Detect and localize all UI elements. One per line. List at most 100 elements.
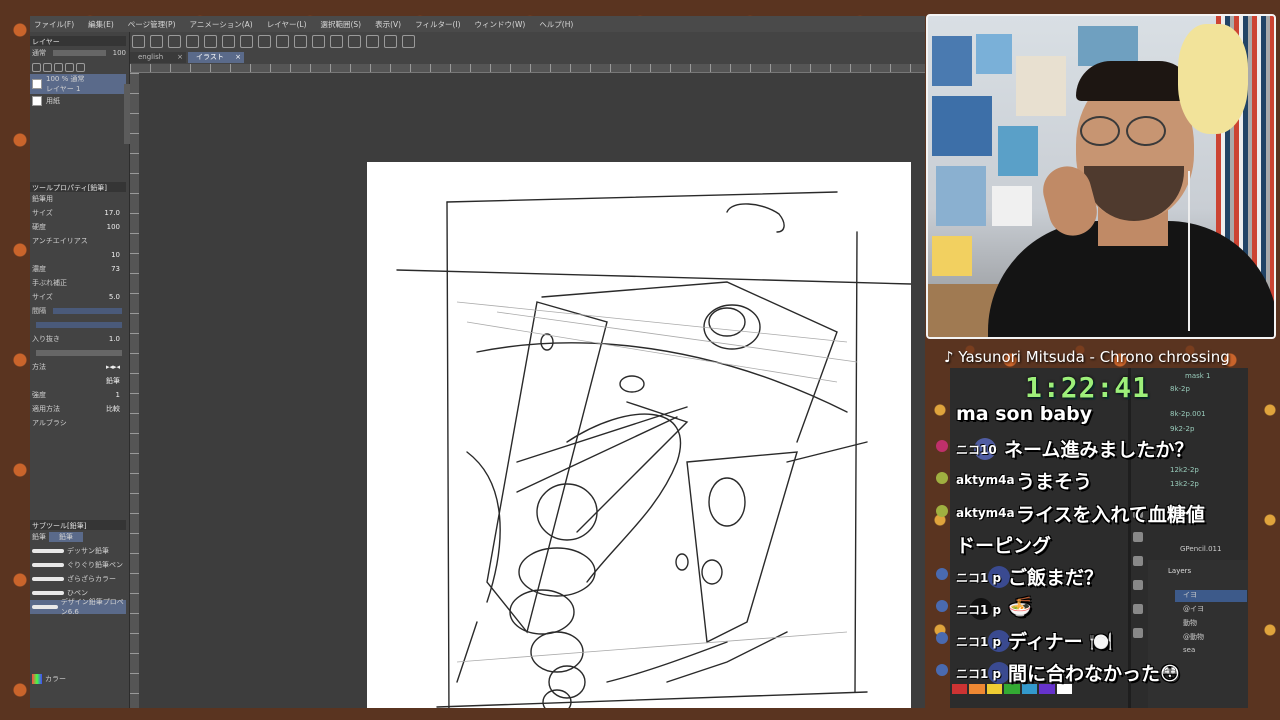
- chat-username: ニコ1 p: [956, 635, 1002, 649]
- redo-icon[interactable]: [222, 35, 235, 48]
- delete-icon[interactable]: [76, 62, 85, 72]
- fill-icon[interactable]: [276, 35, 289, 48]
- lock-icon[interactable]: [54, 62, 63, 72]
- prop-value[interactable]: 73: [111, 265, 120, 273]
- new-folder-icon[interactable]: [43, 62, 52, 72]
- close-icon[interactable]: ×: [235, 52, 241, 63]
- blend-mode-row[interactable]: 通常 100: [30, 46, 126, 60]
- prop-row[interactable]: [30, 346, 126, 360]
- stabilization-bar[interactable]: [53, 308, 122, 314]
- chat-message: ニコ10 ネーム進みましたか？: [936, 434, 1236, 462]
- sub-tool-tabs: 鉛筆 鉛筆: [30, 530, 126, 544]
- brush-item[interactable]: ざらざらカラー: [30, 572, 126, 586]
- menu-edit[interactable]: 編集(E): [88, 19, 114, 30]
- undo-icon[interactable]: [204, 35, 217, 48]
- prop-row[interactable]: 間隔: [30, 304, 126, 318]
- close-icon[interactable]: ×: [177, 52, 183, 63]
- layer-row-paper[interactable]: 用紙: [30, 94, 126, 108]
- doc-tab-illust[interactable]: イラスト ×: [188, 52, 244, 63]
- chat-message: ma son baby: [936, 402, 1236, 430]
- chat-text: ネーム進みましたか？: [1004, 439, 1194, 461]
- menu-animation[interactable]: アニメーション(A): [190, 19, 253, 30]
- chat-text: うまそう: [1016, 471, 1093, 493]
- prop-row[interactable]: 強度 1: [30, 388, 126, 402]
- playback-icons[interactable]: ▸◂▸◂: [106, 363, 120, 371]
- mask-icon[interactable]: [65, 62, 74, 72]
- prop-value[interactable]: 比較: [106, 404, 120, 414]
- opacity-slider[interactable]: [53, 50, 106, 56]
- sub-tool-tab[interactable]: 鉛筆: [32, 532, 46, 542]
- prop-row[interactable]: [30, 318, 126, 332]
- prop-row[interactable]: 入り抜き 1.0: [30, 332, 126, 346]
- bl-outliner-item[interactable]: mask 1: [1185, 372, 1211, 380]
- bl-outliner-item[interactable]: 8k-2p: [1170, 385, 1190, 393]
- doc-tab-english[interactable]: english ×: [130, 52, 186, 63]
- select-eraser-icon[interactable]: [384, 35, 397, 48]
- brush-label: ざらざらカラー: [67, 575, 116, 583]
- prop-row[interactable]: 手ぶれ補正: [30, 276, 126, 290]
- ruler-icon[interactable]: [402, 35, 415, 48]
- prop-value[interactable]: 10: [111, 251, 120, 259]
- menu-filter[interactable]: フィルター(I): [415, 19, 460, 30]
- color-panel-row[interactable]: カラー: [30, 672, 126, 686]
- prop-row[interactable]: 10: [30, 248, 126, 262]
- brush-item-selected[interactable]: デザイン鉛筆プロペン6.6: [30, 598, 126, 616]
- menu-window[interactable]: ウィンドウ(W): [475, 19, 526, 30]
- stabilization-bar[interactable]: [36, 322, 122, 328]
- new-file-icon[interactable]: [132, 35, 145, 48]
- chat-username: aktym4a: [956, 506, 1015, 520]
- layer-row-1[interactable]: 100 % 通常 レイヤー 1: [30, 74, 126, 94]
- sub-tool-tab-active[interactable]: 鉛筆: [49, 532, 83, 542]
- prop-row[interactable]: 鉛筆: [30, 374, 126, 388]
- layer-sublabel: レイヤー 1: [46, 85, 81, 93]
- prop-value[interactable]: 17.0: [104, 209, 120, 217]
- menu-layer[interactable]: レイヤー(L): [267, 19, 307, 30]
- menu-page[interactable]: ページ管理(P): [128, 19, 176, 30]
- plush-toy: [1178, 24, 1248, 134]
- panel-scrollbar[interactable]: [124, 84, 130, 144]
- prop-row[interactable]: 適用方法 比較: [30, 402, 126, 416]
- menu-file[interactable]: ファイル(F): [34, 19, 74, 30]
- color-wheel-icon: [32, 674, 42, 684]
- prop-value[interactable]: 1: [116, 391, 120, 399]
- prop-row[interactable]: サイズ 17.0: [30, 206, 126, 220]
- prop-value[interactable]: 5.0: [109, 293, 120, 301]
- cloud-icon[interactable]: [186, 35, 199, 48]
- prop-row[interactable]: 方法 ▸◂▸◂: [30, 360, 126, 374]
- prop-value[interactable]: 100: [107, 223, 120, 231]
- prop-value[interactable]: 鉛筆: [106, 376, 120, 386]
- canvas-area[interactable]: [139, 73, 925, 708]
- brush-item[interactable]: デッサン鉛筆: [30, 544, 126, 558]
- menu-view[interactable]: 表示(V): [375, 19, 401, 30]
- crop-icon[interactable]: [330, 35, 343, 48]
- deselect-icon[interactable]: [312, 35, 325, 48]
- horizontal-ruler: [130, 64, 925, 73]
- now-playing: ♪ Yasunori Mitsuda - Chrono chrossing: [944, 348, 1230, 366]
- save-icon[interactable]: [168, 35, 181, 48]
- chat-text: ご飯まだ？: [1008, 567, 1104, 589]
- drawing-canvas[interactable]: [367, 162, 911, 708]
- prop-label: 方法: [32, 363, 46, 371]
- loading-icon[interactable]: [240, 35, 253, 48]
- brush-item[interactable]: ぐりぐり鉛筆ペン: [30, 558, 126, 572]
- blend-mode-select[interactable]: 通常: [32, 48, 46, 58]
- prop-row[interactable]: サイズ 5.0: [30, 290, 126, 304]
- user-badge-icon: [936, 440, 948, 452]
- prop-value[interactable]: 1.0: [109, 335, 120, 343]
- prop-row[interactable]: アンチエイリアス: [30, 234, 126, 248]
- prop-row[interactable]: 硬度 100: [30, 220, 126, 234]
- transform-icon[interactable]: [294, 35, 307, 48]
- menu-help[interactable]: ヘルプ(H): [539, 19, 573, 30]
- invert-icon[interactable]: [348, 35, 361, 48]
- chat-username: aktym4a: [956, 473, 1015, 487]
- command-bar: english × イラスト ×: [130, 32, 925, 64]
- prop-row[interactable]: アルブラシ: [30, 416, 126, 430]
- menu-selection[interactable]: 選択範囲(S): [321, 19, 362, 30]
- open-file-icon[interactable]: [150, 35, 163, 48]
- new-layer-icon[interactable]: [32, 62, 41, 72]
- webcam-overlay: [926, 14, 1276, 339]
- pressure-bar[interactable]: [36, 350, 122, 356]
- prop-row[interactable]: 濃度 73: [30, 262, 126, 276]
- select-pen-icon[interactable]: [366, 35, 379, 48]
- clear-icon[interactable]: [258, 35, 271, 48]
